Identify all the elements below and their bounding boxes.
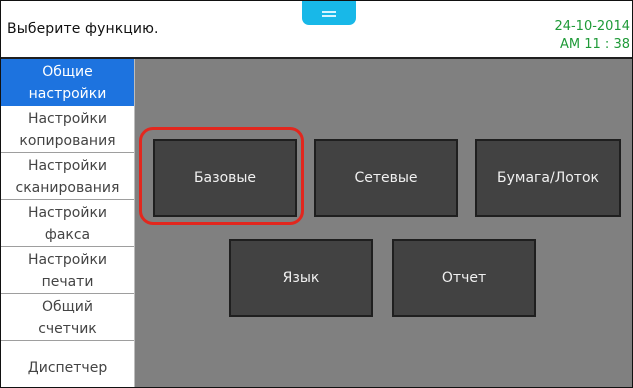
sidebar-item-label-line-1: Общие [42, 64, 93, 80]
sidebar-item-label-line-2: факса [44, 227, 91, 243]
screen-frame: Выберите функцию. 24-10-2014 AM 11 : 38 … [0, 0, 633, 388]
header-bar: Выберите функцию. 24-10-2014 AM 11 : 38 [1, 1, 632, 59]
paper-tray-button[interactable]: Бумага/Лоток [475, 139, 621, 217]
sidebar-item-fax-settings[interactable]: Настройки факса [1, 200, 134, 247]
network-settings-label: Сетевые [354, 170, 418, 186]
function-prompt: Выберите функцию. [7, 21, 159, 37]
sidebar-item-general-counter[interactable]: Общий счетчик [1, 294, 134, 341]
menu-handle[interactable] [302, 1, 356, 25]
language-label: Язык [282, 270, 320, 286]
sidebar-item-general-settings[interactable]: Общие настройки [1, 59, 134, 106]
report-label: Отчет [441, 270, 487, 286]
sidebar-item-label-line-2: счетчик [38, 321, 97, 337]
sidebar-item-label-line-1: Настройки [27, 158, 108, 174]
report-button[interactable]: Отчет [392, 239, 536, 317]
sidebar-item-label-line-2: настройки [28, 86, 107, 102]
basic-settings-label: Базовые [193, 170, 257, 186]
sidebar-item-label-line-2: сканирования [15, 180, 120, 196]
paper-tray-label: Бумага/Лоток [497, 170, 599, 186]
hamburger-icon [322, 11, 336, 17]
basic-settings-button[interactable]: Базовые [153, 139, 297, 217]
sidebar-item-label-line-2: копирования [19, 133, 116, 149]
sidebar-item-scan-settings[interactable]: Настройки сканирования [1, 153, 134, 200]
sidebar-item-label-line-1: Настройки [27, 252, 108, 268]
sidebar-item-label-line-1: Общий [41, 299, 94, 315]
network-settings-button[interactable]: Сетевые [314, 139, 458, 217]
language-button[interactable]: Язык [229, 239, 373, 317]
function-button-panel: Базовые Сетевые Бумага/Лоток Язык Отчет [135, 59, 632, 387]
sidebar-item-label-line-1: Настройки [27, 111, 108, 127]
sidebar-item-label-line-1: Настройки [27, 205, 108, 221]
sidebar-item-label-line-1: Диспетчер [27, 360, 108, 376]
function-sidebar: Общие настройки Настройки копирования На… [1, 59, 135, 387]
sidebar-item-print-settings[interactable]: Настройки печати [1, 247, 134, 294]
time-display: AM 11 : 38 [560, 37, 630, 52]
sidebar-item-copy-settings[interactable]: Настройки копирования [1, 106, 134, 153]
date-display: 24-10-2014 [554, 19, 630, 34]
sidebar-item-manager[interactable]: Диспетчер [1, 341, 134, 387]
sidebar-item-label-line-2: печати [41, 274, 94, 290]
